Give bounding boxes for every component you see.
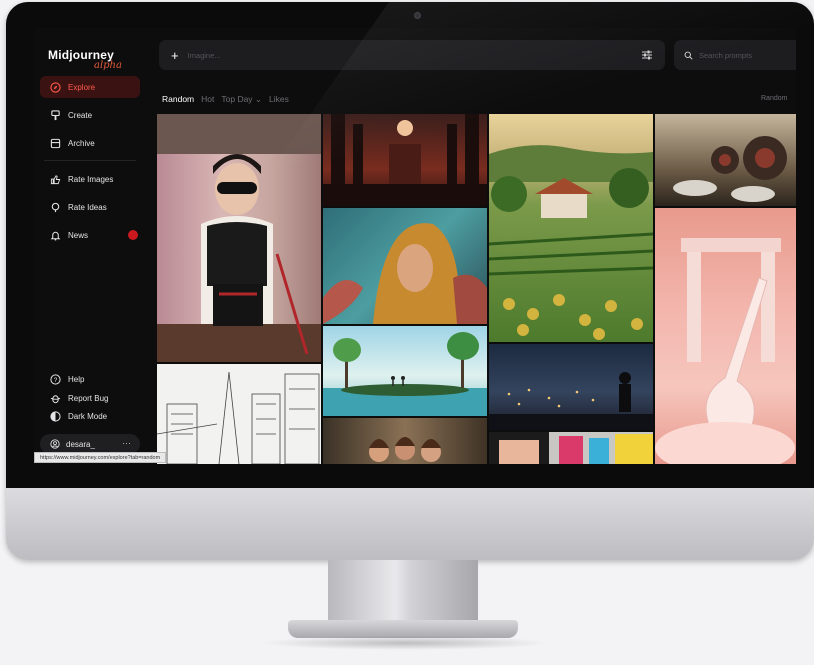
status-url-tooltip: https://www.midjourney.com/explore?tab=r…: [34, 452, 167, 463]
nav-dark-mode-label: Dark Mode: [68, 411, 108, 421]
moon-icon: [50, 410, 61, 422]
nav-archive[interactable]: Archive: [40, 132, 140, 154]
archive-icon: [50, 138, 61, 148]
hooded-woman-art: [323, 223, 487, 324]
monitor-bezel: Midjourney alpha Explore Create Archive: [6, 2, 814, 488]
nav-rate-ideas[interactable]: Rate Ideas: [40, 196, 140, 218]
nav-dark-mode[interactable]: Dark Mode: [40, 405, 140, 427]
gallery-image-boy-in-mask[interactable]: [157, 114, 321, 362]
imagine-bar[interactable]: + Imagine...: [159, 40, 665, 70]
night-city-figure-art: [489, 372, 653, 430]
dark-cathedral-art: [323, 114, 487, 206]
search-input[interactable]: Search prompts: [699, 51, 752, 60]
gallery-image-pop-art[interactable]: [489, 432, 653, 464]
sidebar: Midjourney alpha Explore Create Archive: [34, 28, 146, 464]
thumbs-up-icon: [50, 174, 61, 184]
nav-help-label: Help: [68, 374, 85, 384]
gallery-image-dark-cathedral[interactable]: [323, 114, 487, 206]
bell-icon: [50, 231, 61, 241]
gallery-image-hooded-woman[interactable]: [323, 208, 487, 324]
username: desara_: [66, 439, 95, 449]
nav-rate-images[interactable]: Rate Images: [40, 168, 140, 190]
sketch-city-art: [157, 371, 320, 464]
monitor-chin: [6, 488, 814, 560]
nav-explore[interactable]: Explore: [40, 76, 140, 98]
three-women-art: [369, 437, 441, 462]
gallery-image-three-women[interactable]: [323, 418, 487, 464]
tab-random[interactable]: Random: [162, 94, 194, 105]
webcam: [414, 12, 421, 19]
monitor-stand-neck: [328, 560, 478, 624]
pop-art-art: [489, 432, 653, 464]
gallery-image-night-city-figure[interactable]: [489, 344, 653, 430]
lightbulb-icon: [51, 202, 60, 212]
explore-tabs: Random Hot Top Day ⌄ Likes: [162, 94, 289, 105]
nav-news-label: News: [68, 230, 89, 240]
imagine-input[interactable]: Imagine...: [188, 51, 221, 60]
tab-top-day[interactable]: Top Day ⌄: [221, 94, 262, 105]
sort-dropdown[interactable]: Random: [761, 95, 787, 102]
bug-icon: [50, 394, 61, 403]
nav-create-label: Create: [68, 110, 93, 120]
stand-shadow: [260, 636, 550, 650]
nav-news[interactable]: News: [40, 224, 140, 246]
boy-in-mask-art: [157, 114, 321, 362]
brush-icon: [51, 109, 60, 120]
vineyard-house-art: [489, 145, 653, 340]
monitor: Midjourney alpha Explore Create Archive: [6, 2, 814, 560]
gallery-image-vinyl-speakers[interactable]: [655, 114, 796, 206]
search-icon: [684, 51, 693, 60]
news-notification-badge: [128, 230, 138, 240]
nav-archive-label: Archive: [68, 138, 95, 148]
sliders-icon[interactable]: [641, 49, 653, 61]
search-prompts[interactable]: Search prompts: [674, 40, 796, 70]
nav-rate-ideas-label: Rate Ideas: [68, 202, 107, 212]
compass-icon: [50, 81, 61, 93]
gallery-image-pink-violin[interactable]: [655, 208, 796, 464]
vinyl-speakers-art: [673, 136, 787, 202]
svg-text:?: ?: [54, 376, 58, 383]
logo[interactable]: Midjourney alpha: [48, 48, 122, 71]
nav-create[interactable]: Create: [40, 104, 140, 126]
tab-hot[interactable]: Hot: [201, 94, 214, 105]
gallery-image-vineyard-house[interactable]: [489, 114, 653, 342]
gallery-image-runners-landscape[interactable]: [323, 326, 487, 416]
pink-violin-art: [655, 238, 795, 464]
runners-landscape-art: [323, 332, 487, 416]
nav-rate-images-label: Rate Images: [68, 174, 114, 184]
sidebar-divider: [44, 160, 136, 161]
user-menu[interactable]: desara_ ···: [40, 434, 140, 454]
logo-badge: alpha: [94, 60, 122, 71]
nav-explore-label: Explore: [68, 82, 96, 92]
plus-icon[interactable]: +: [171, 48, 179, 63]
user-avatar-icon: [50, 439, 60, 449]
tab-likes[interactable]: Likes: [269, 94, 289, 105]
user-more-button[interactable]: ···: [122, 438, 131, 448]
nav-report-bug-label: Report Bug: [68, 393, 109, 403]
gallery-image-sketch-city[interactable]: [157, 364, 321, 464]
screen: Midjourney alpha Explore Create Archive: [34, 28, 796, 464]
help-icon: ?: [50, 373, 61, 385]
